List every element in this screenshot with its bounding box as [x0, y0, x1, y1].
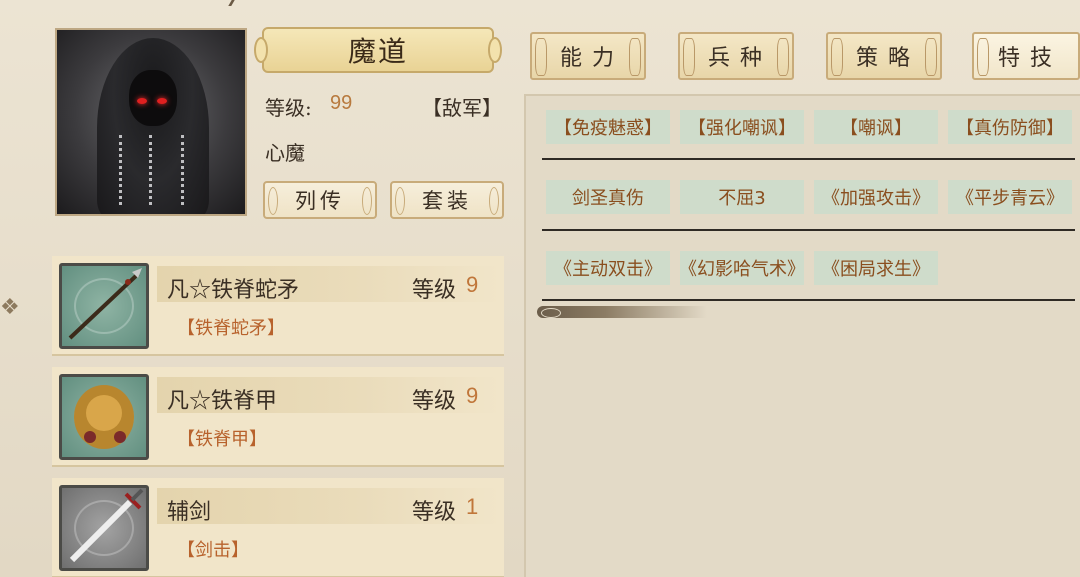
name-banner: 魔道: [254, 27, 502, 73]
skill-tag[interactable]: 【真伤防御】: [948, 110, 1072, 144]
biography-button[interactable]: 列传: [263, 181, 377, 219]
level-label: 等级:: [265, 96, 312, 120]
left-ornament-icon: ❖: [0, 295, 20, 320]
equipment-level: 9: [466, 272, 479, 297]
skill-tag[interactable]: 【嘲讽】: [814, 110, 938, 144]
armor-icon: [59, 374, 149, 460]
sword-icon: [59, 485, 149, 571]
skill-tag[interactable]: 【强化嘲讽】: [680, 110, 804, 144]
skill-tag[interactable]: 《困局求生》: [814, 251, 938, 285]
equipment-card[interactable]: 凡☆铁脊蛇矛 等级 9 【铁脊蛇矛】: [52, 256, 504, 356]
character-title: 心魔: [265, 141, 305, 165]
skill-tag[interactable]: 【免疫魅惑】: [546, 110, 670, 144]
equipment-name: 辅剑: [167, 500, 212, 525]
banner-cap-right: [488, 37, 502, 63]
tab-ornament-icon: [777, 38, 789, 76]
faction-label: 【敌军】: [422, 96, 502, 120]
biography-button-label: 列传: [295, 189, 345, 213]
chain-center: [149, 135, 159, 205]
spear-graphic: [68, 268, 142, 340]
sword-graphic: [69, 488, 144, 563]
tab-ornament-icon: [831, 38, 843, 76]
skill-tag[interactable]: 《加强攻击》: [814, 180, 938, 214]
tab-ability[interactable]: 能力: [530, 32, 646, 80]
equipment-level: 1: [466, 494, 479, 519]
row-divider: [542, 158, 1075, 160]
chain-left: [119, 135, 129, 205]
equipment-level-label: 等级: [412, 389, 457, 414]
banner-cap-left: [254, 37, 268, 63]
equipment-level: 9: [466, 383, 479, 408]
skill-tag[interactable]: 《幻影哈气术》: [679, 251, 805, 285]
level-value: 99: [330, 92, 353, 114]
armor-graphic: [74, 385, 134, 449]
equipment-skill: 【铁脊甲】: [177, 429, 267, 450]
equipment-skill: 【剑击】: [177, 540, 249, 561]
skill-tag[interactable]: 《主动双击》: [546, 251, 670, 285]
chain-right: [181, 135, 191, 205]
tab-label: 策略: [855, 46, 920, 71]
set-button-label: 套装: [422, 189, 472, 213]
tab-ornament-icon: [629, 38, 641, 76]
tab-label: 兵种: [707, 46, 772, 71]
skill-tag[interactable]: 剑圣真伤: [546, 180, 670, 214]
equipment-level-label: 等级: [412, 500, 457, 525]
tab-ornament-icon: [977, 38, 989, 76]
frame-edge: [228, 0, 252, 6]
scroll-end-ornament: [537, 306, 707, 318]
eye-right: [157, 98, 167, 104]
tab-label: 能力: [559, 46, 624, 71]
equipment-level-label: 等级: [412, 278, 457, 303]
tab-strategy[interactable]: 策略: [826, 32, 942, 80]
tab-troops[interactable]: 兵种: [678, 32, 794, 80]
skill-tag[interactable]: 《平步青云》: [948, 180, 1072, 214]
character-name: 魔道: [347, 35, 408, 68]
equipment-name: 凡☆铁脊蛇矛: [167, 278, 300, 303]
eye-left: [137, 98, 147, 104]
tab-label: 特技: [997, 46, 1062, 71]
character-portrait: [55, 28, 247, 216]
skill-tag[interactable]: 不屈3: [680, 180, 804, 214]
tab-ornament-icon: [535, 38, 547, 76]
equipment-name: 凡☆铁脊甲: [167, 389, 278, 414]
tab-ornament-icon: [683, 38, 695, 76]
equipment-skill: 【铁脊蛇矛】: [177, 318, 285, 339]
row-divider: [542, 229, 1075, 231]
equipment-card[interactable]: 凡☆铁脊甲 等级 9 【铁脊甲】: [52, 367, 504, 467]
equipment-card[interactable]: 辅剑 等级 1 【剑击】: [52, 478, 504, 577]
spear-icon: [59, 263, 149, 349]
tab-special-skills[interactable]: 特技: [972, 32, 1080, 80]
skills-panel: [524, 94, 1080, 577]
face: [129, 70, 177, 126]
set-button[interactable]: 套装: [390, 181, 504, 219]
tab-ornament-icon: [925, 38, 937, 76]
row-divider: [542, 299, 1075, 301]
